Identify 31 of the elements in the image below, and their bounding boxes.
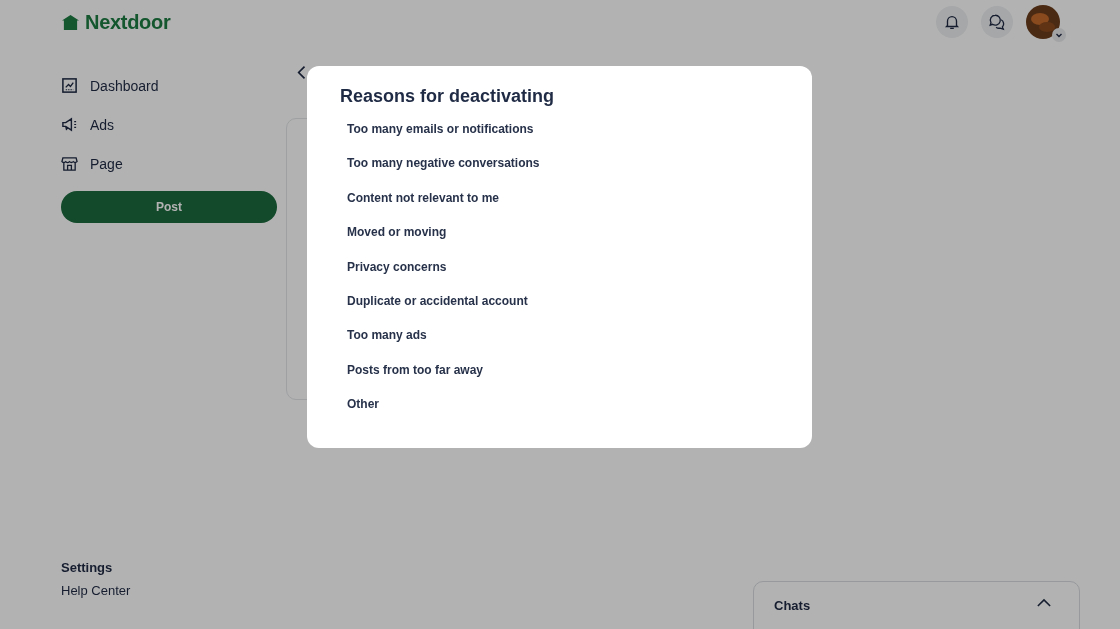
- house-logo-icon: [61, 13, 80, 31]
- reason-option[interactable]: Too many emails or notifications: [347, 122, 534, 157]
- logo-text[interactable]: Nextdoor: [85, 10, 171, 34]
- back-icon[interactable]: [297, 65, 307, 80]
- chats-panel[interactable]: Chats: [753, 581, 1080, 629]
- avatar[interactable]: [1026, 5, 1060, 39]
- bell-icon: [943, 13, 961, 31]
- notifications-button[interactable]: [936, 6, 968, 38]
- reason-option[interactable]: Moved or moving: [347, 225, 447, 260]
- reason-option[interactable]: Too many negative conversations: [347, 156, 540, 191]
- messages-button[interactable]: [981, 6, 1013, 38]
- post-button[interactable]: Post: [61, 191, 277, 223]
- footer-link[interactable]: Help Center: [61, 579, 131, 602]
- reason-option[interactable]: Privacy concerns: [347, 259, 447, 294]
- chart-icon: [61, 77, 78, 94]
- reason-option[interactable]: Too many ads: [347, 328, 427, 363]
- sidebar-item[interactable]: Page: [61, 144, 123, 183]
- megaphone-icon: [61, 116, 78, 133]
- chevron-up-icon[interactable]: [1037, 598, 1051, 607]
- store-icon: [61, 155, 78, 172]
- sidebar-item[interactable]: Dashboard: [61, 66, 159, 105]
- dialog-title: Reasons for deactivating: [340, 86, 556, 107]
- reason-option[interactable]: Other: [347, 397, 379, 432]
- footer-link[interactable]: Settings: [61, 556, 113, 579]
- chats-title: Chats: [774, 598, 811, 613]
- reason-option[interactable]: Content not relevant to me: [347, 190, 499, 226]
- chevron-down-icon[interactable]: [1052, 28, 1066, 42]
- reason-option[interactable]: Duplicate or accidental account: [347, 293, 528, 329]
- sidebar-item[interactable]: Ads: [61, 105, 115, 144]
- chat-bubbles-icon: [988, 13, 1006, 31]
- reason-option[interactable]: Posts from too far away: [347, 362, 484, 398]
